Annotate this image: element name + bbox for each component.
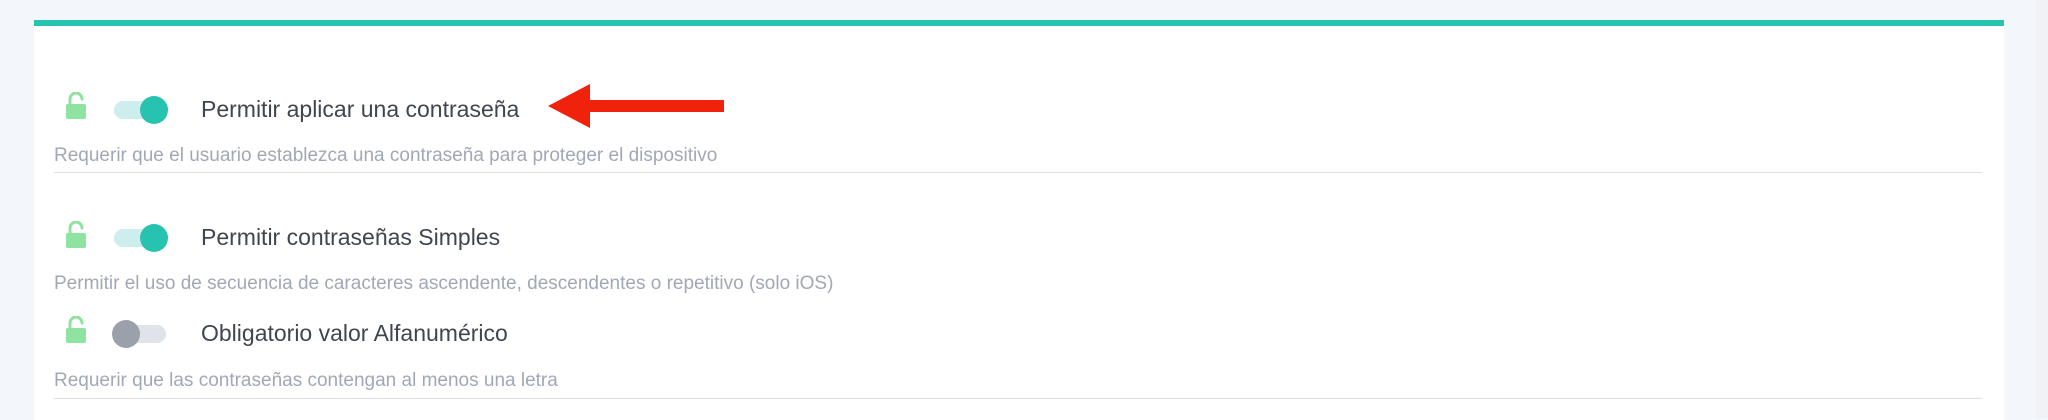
unlocked-padlock-icon[interactable] — [64, 220, 88, 249]
simple-passwords-toggle[interactable] — [112, 222, 168, 252]
require-password-toggle[interactable] — [112, 94, 168, 124]
toggle-knob — [140, 96, 168, 124]
setting-description: Requerir que el usuario establezca una c… — [54, 145, 718, 166]
toggle-knob — [140, 224, 168, 252]
divider — [54, 172, 1982, 173]
toggle-knob — [112, 320, 140, 348]
setting-description: Requerir que las contraseñas contengan a… — [54, 370, 558, 391]
unlocked-padlock-icon[interactable] — [64, 91, 88, 120]
divider — [54, 398, 1982, 399]
setting-description: Permitir el uso de secuencia de caracter… — [54, 273, 834, 294]
settings-panel: Permitir aplicar una contraseña Requerir… — [34, 20, 2004, 420]
scrollbar[interactable] — [2036, 0, 2048, 418]
unlocked-padlock-icon[interactable] — [64, 315, 88, 344]
setting-label: Permitir contraseñas Simples — [201, 224, 501, 250]
setting-label: Obligatorio valor Alfanumérico — [201, 320, 508, 346]
setting-label: Permitir aplicar una contraseña — [201, 96, 520, 122]
alphanumeric-toggle[interactable] — [112, 318, 168, 348]
red-arrow-icon — [548, 84, 724, 128]
